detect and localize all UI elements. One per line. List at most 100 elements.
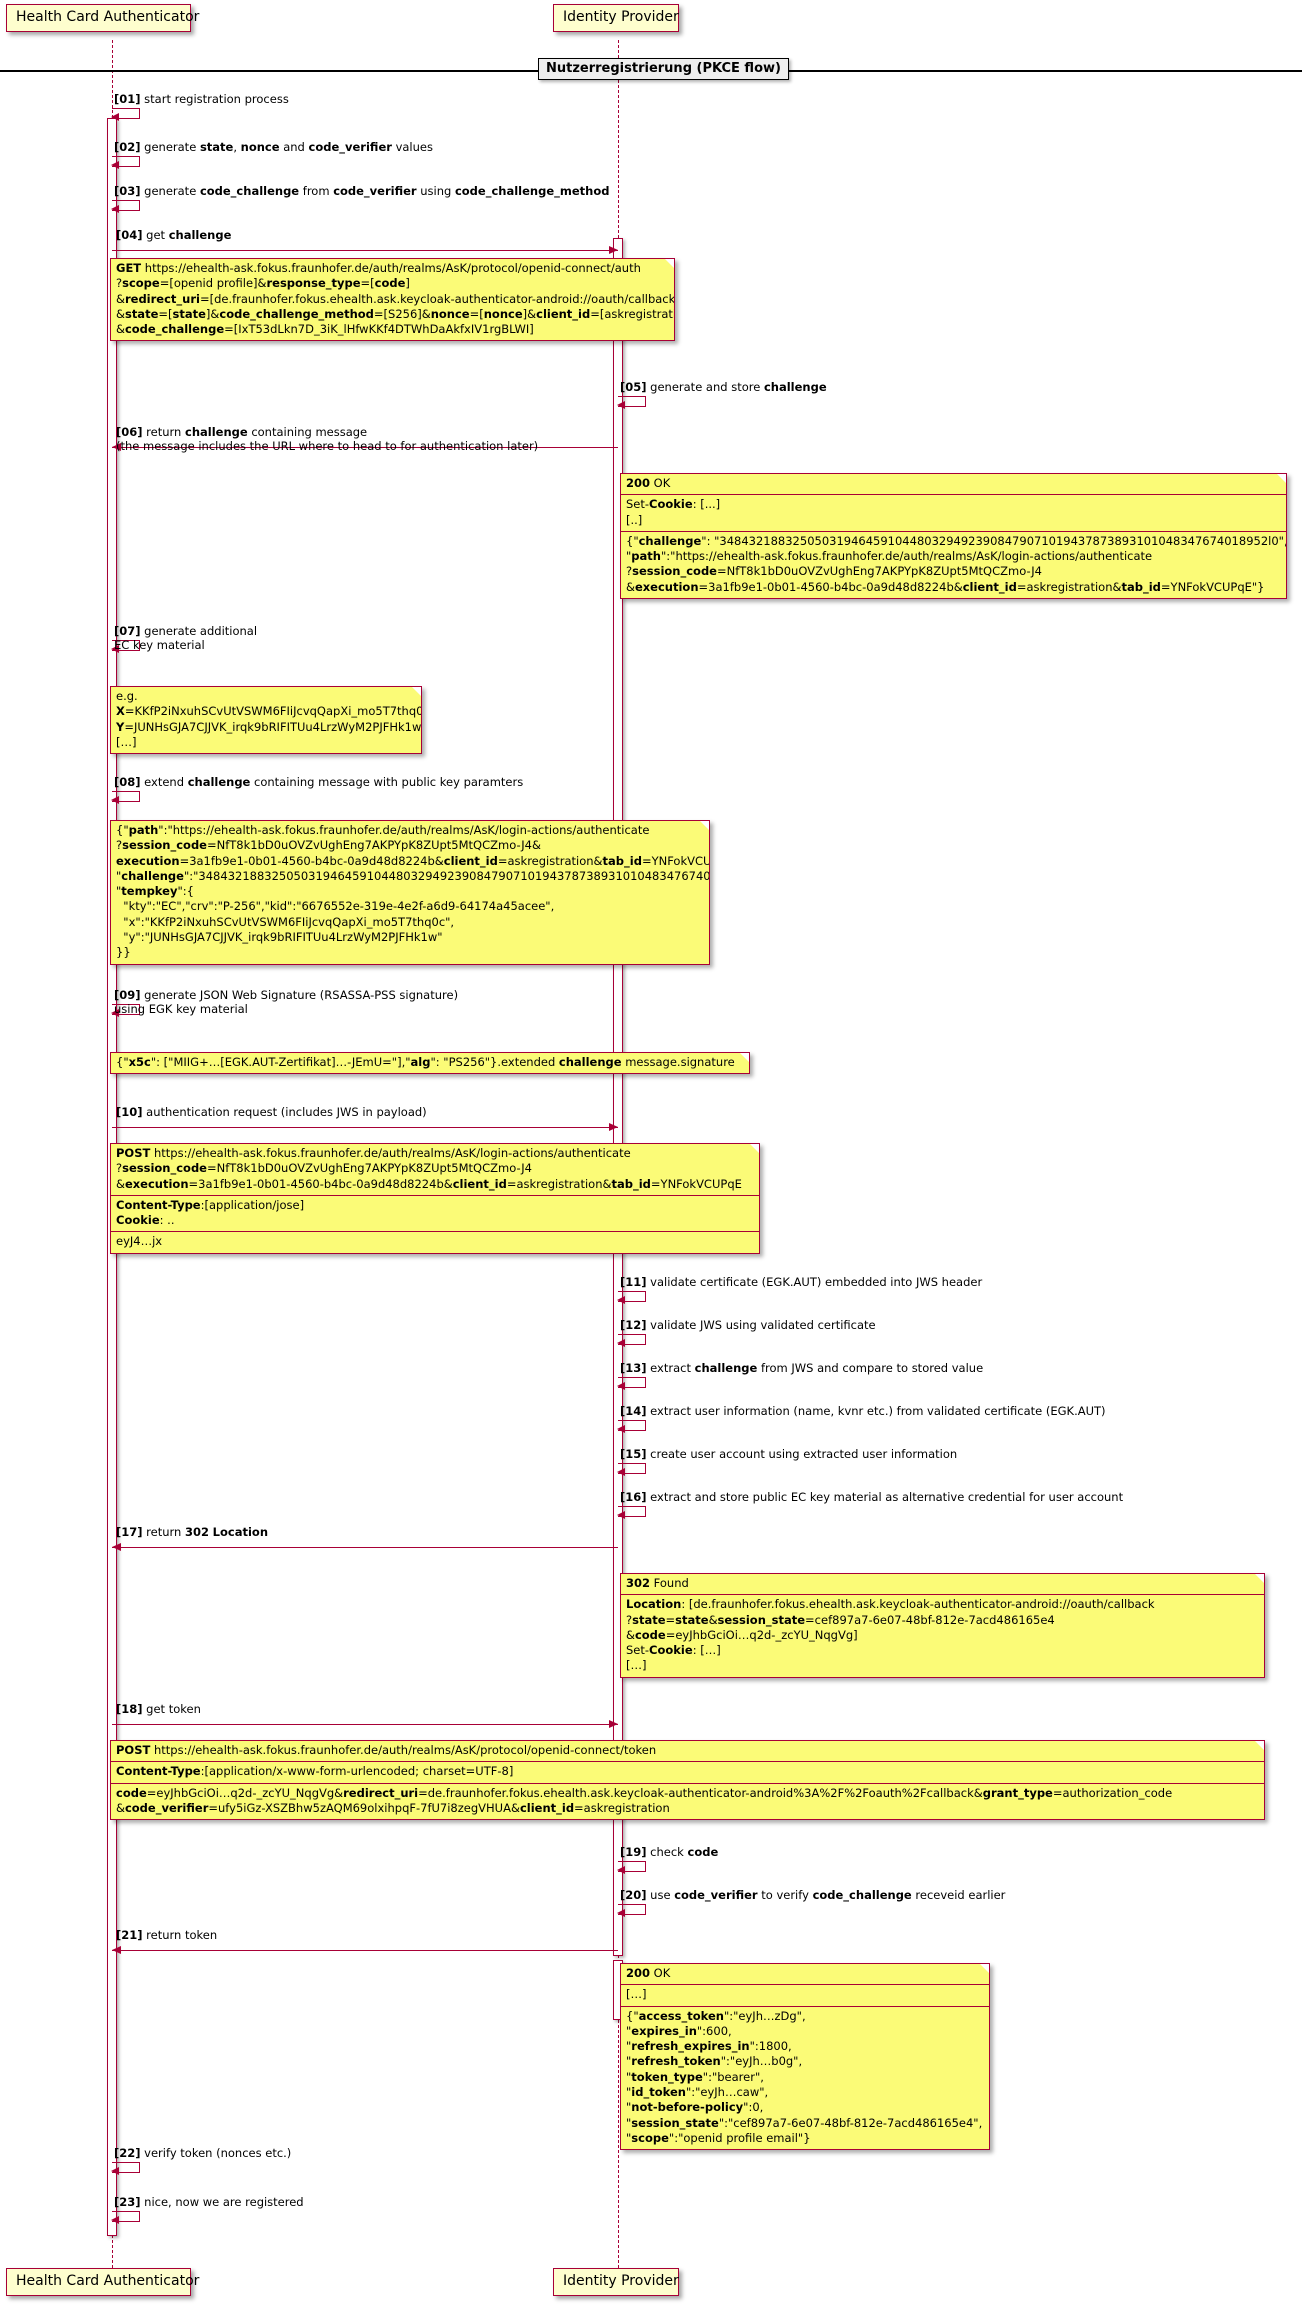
arrowhead-icon: [617, 1382, 625, 1390]
message-04-arrowhead-icon: [609, 246, 618, 254]
message-23: [23] nice, now we are registered: [114, 2195, 304, 2209]
arrowhead-icon: [111, 161, 119, 169]
message-18-line: [112, 1724, 618, 1725]
message-16-loop: [617, 1506, 646, 1519]
note-post-authenticate-section-1: POST https://ehealth-ask.fokus.fraunhofe…: [116, 1146, 742, 1191]
note-response-200-token: 200 OK […] {"access_token":"eyJh…zDg", "exp…: [620, 1963, 990, 2151]
note-fold-icon: [700, 821, 709, 830]
note-response-200-token-section-3: {"access_token":"eyJh…zDg", "expires_in":…: [621, 2005, 989, 2150]
message-10: [10] authentication request (includes JW…: [116, 1105, 427, 1119]
note-post-token-section-3: code=eyJhbGciOi…q2d-_zcYU_NqgVg&redirect…: [111, 1782, 1264, 1820]
arrowhead-icon: [111, 2167, 119, 2175]
note-fold-icon: [1277, 474, 1286, 483]
arrowhead-icon: [111, 2216, 119, 2224]
message-20: [20] use code_verifier to verify code_ch…: [620, 1888, 1006, 1902]
note-response-302-found: 302 Found Location: [de.fraunhofer.fokus.…: [620, 1573, 1265, 1678]
note-jws-signature: {"x5c": ["MIIG+…[EGK.AUT-Zertifikat]…-JE…: [110, 1052, 750, 1075]
message-15-loop: [617, 1463, 646, 1476]
arrowhead-icon: [617, 1511, 625, 1519]
message-17-arrowhead-icon: [112, 1543, 121, 1551]
message-07: [07] generate additional EC key material: [114, 624, 258, 653]
message-04-line: [112, 250, 618, 251]
message-21: [21] return token: [116, 1928, 218, 1942]
message-17-line: [112, 1547, 618, 1548]
message-22: [22] verify token (nonces etc.): [114, 2146, 292, 2160]
message-14-loop: [617, 1420, 646, 1433]
message-09: [09] generate JSON Web Signature (RSASSA…: [114, 988, 459, 1017]
message-03-loop: [111, 200, 140, 213]
message-15: [15] create user account using extracted…: [620, 1447, 958, 1461]
message-20-loop: [617, 1904, 646, 1917]
message-23-loop: [111, 2211, 140, 2224]
message-10-line: [112, 1127, 618, 1128]
message-18-arrowhead-icon: [609, 1720, 618, 1728]
arrowhead-icon: [617, 1425, 625, 1433]
note-fold-icon: [980, 1964, 989, 1973]
note-fold-icon: [740, 1053, 749, 1062]
message-14: [14] extract user information (name, kvn…: [620, 1404, 1106, 1418]
message-11: [11] validate certificate (EGK.AUT) embe…: [620, 1275, 983, 1289]
note-fold-icon: [412, 687, 421, 696]
message-06: [06] return challenge containing message…: [116, 425, 539, 454]
participant-identity-provider-bottom[interactable]: Identity Provider: [553, 2268, 679, 2297]
note-response-302-found-section-1: 302 Found: [626, 1576, 689, 1590]
arrowhead-icon: [617, 401, 625, 409]
message-19-loop: [617, 1861, 646, 1874]
participant-identity-provider-top[interactable]: Identity Provider: [553, 4, 679, 33]
note-response-200-challenge-section-2: Set-Cookie: [...] [..]: [621, 494, 1286, 531]
arrowhead-icon: [617, 1468, 625, 1476]
message-01: [01] start registration process: [114, 92, 289, 106]
message-08: [08] extend challenge containing message…: [114, 775, 524, 789]
message-13-loop: [617, 1377, 646, 1390]
note-response-200-token-section-2: […]: [621, 1984, 989, 2005]
note-ec-key-material-section-1: e.g. X=KKfP2iNxuhSCvUtVSWM6FIiJcvqQapXi_m…: [116, 689, 421, 749]
note-post-token-section-2: Content-Type:[application/x-www-form-url…: [111, 1761, 1264, 1782]
message-04: [04] get challenge: [116, 228, 232, 242]
note-response-200-challenge-section-1: 200 OK: [626, 476, 671, 490]
message-03: [03] generate code_challenge from code_v…: [114, 184, 610, 198]
note-post-authenticate: POST https://ehealth-ask.fokus.fraunhofe…: [110, 1143, 760, 1254]
note-extended-challenge: {"path":"https://ehealth-ask.fokus.fraun…: [110, 820, 710, 965]
note-extended-challenge-section-1: {"path":"https://ehealth-ask.fokus.fraun…: [116, 823, 709, 960]
message-11-loop: [617, 1291, 646, 1304]
arrowhead-icon: [617, 1866, 625, 1874]
message-22-loop: [111, 2162, 140, 2175]
arrowhead-icon: [111, 205, 119, 213]
message-17: [17] return 302 Location: [116, 1525, 269, 1539]
message-05-loop: [617, 396, 646, 409]
message-02: [02] generate state, nonce and code_veri…: [114, 140, 433, 154]
note-post-authenticate-section-2: Content-Type:[application/jose] Cookie: .…: [111, 1194, 759, 1232]
note-fold-icon: [665, 259, 674, 268]
message-10-arrowhead-icon: [609, 1123, 618, 1131]
message-13: [13] extract challenge from JWS and comp…: [620, 1361, 984, 1375]
note-post-authenticate-section-3: eyJ4…jx: [111, 1231, 759, 1252]
note-get-auth-request-section-1: GET https://ehealth-ask.fokus.fraunhofer…: [116, 261, 674, 337]
note-ec-key-material: e.g. X=KKfP2iNxuhSCvUtVSWM6FIiJcvqQapXi_m…: [110, 686, 422, 755]
message-12-loop: [617, 1334, 646, 1347]
message-12: [12] validate JWS using validated certif…: [620, 1318, 876, 1332]
note-response-200-challenge: 200 OK Set-Cookie: [...] [..] {"challenge":…: [620, 473, 1287, 599]
note-response-302-found-section-2: Location: [de.fraunhofer.fokus.ehealth.a…: [621, 1594, 1264, 1676]
arrowhead-icon: [617, 1909, 625, 1917]
sequence-diagram-canvas: Health Card Authenticator Identity Provid…: [0, 0, 1302, 2308]
note-fold-icon: [1255, 1574, 1264, 1583]
note-get-auth-request: GET https://ehealth-ask.fokus.fraunhofer…: [110, 258, 675, 342]
message-21-arrowhead-icon: [112, 1946, 121, 1954]
message-05: [05] generate and store challenge: [620, 380, 827, 394]
participant-health-card-authenticator-bottom[interactable]: Health Card Authenticator: [6, 2268, 199, 2297]
arrowhead-icon: [617, 1296, 625, 1304]
arrowhead-icon: [111, 113, 119, 121]
arrowhead-icon: [617, 1339, 625, 1347]
note-response-200-token-section-1: 200 OK: [626, 1966, 671, 1980]
note-fold-icon: [750, 1144, 759, 1153]
note-response-200-challenge-section-3: {"challenge": "3484321883250503194645910…: [621, 530, 1286, 598]
message-16: [16] extract and store public EC key mat…: [620, 1490, 1124, 1504]
message-21-line: [112, 1950, 618, 1951]
arrowhead-icon: [111, 796, 119, 804]
note-post-token-section-1: POST https://ehealth-ask.fokus.fraunhofe…: [116, 1743, 657, 1757]
group-label-pkce-flow: Nutzerregistrierung (PKCE flow): [538, 58, 789, 80]
note-post-token: POST https://ehealth-ask.fokus.fraunhofe…: [110, 1740, 1265, 1821]
message-08-loop: [111, 791, 140, 804]
participant-health-card-authenticator-top[interactable]: Health Card Authenticator: [6, 4, 199, 33]
message-01-loop: [111, 108, 140, 121]
